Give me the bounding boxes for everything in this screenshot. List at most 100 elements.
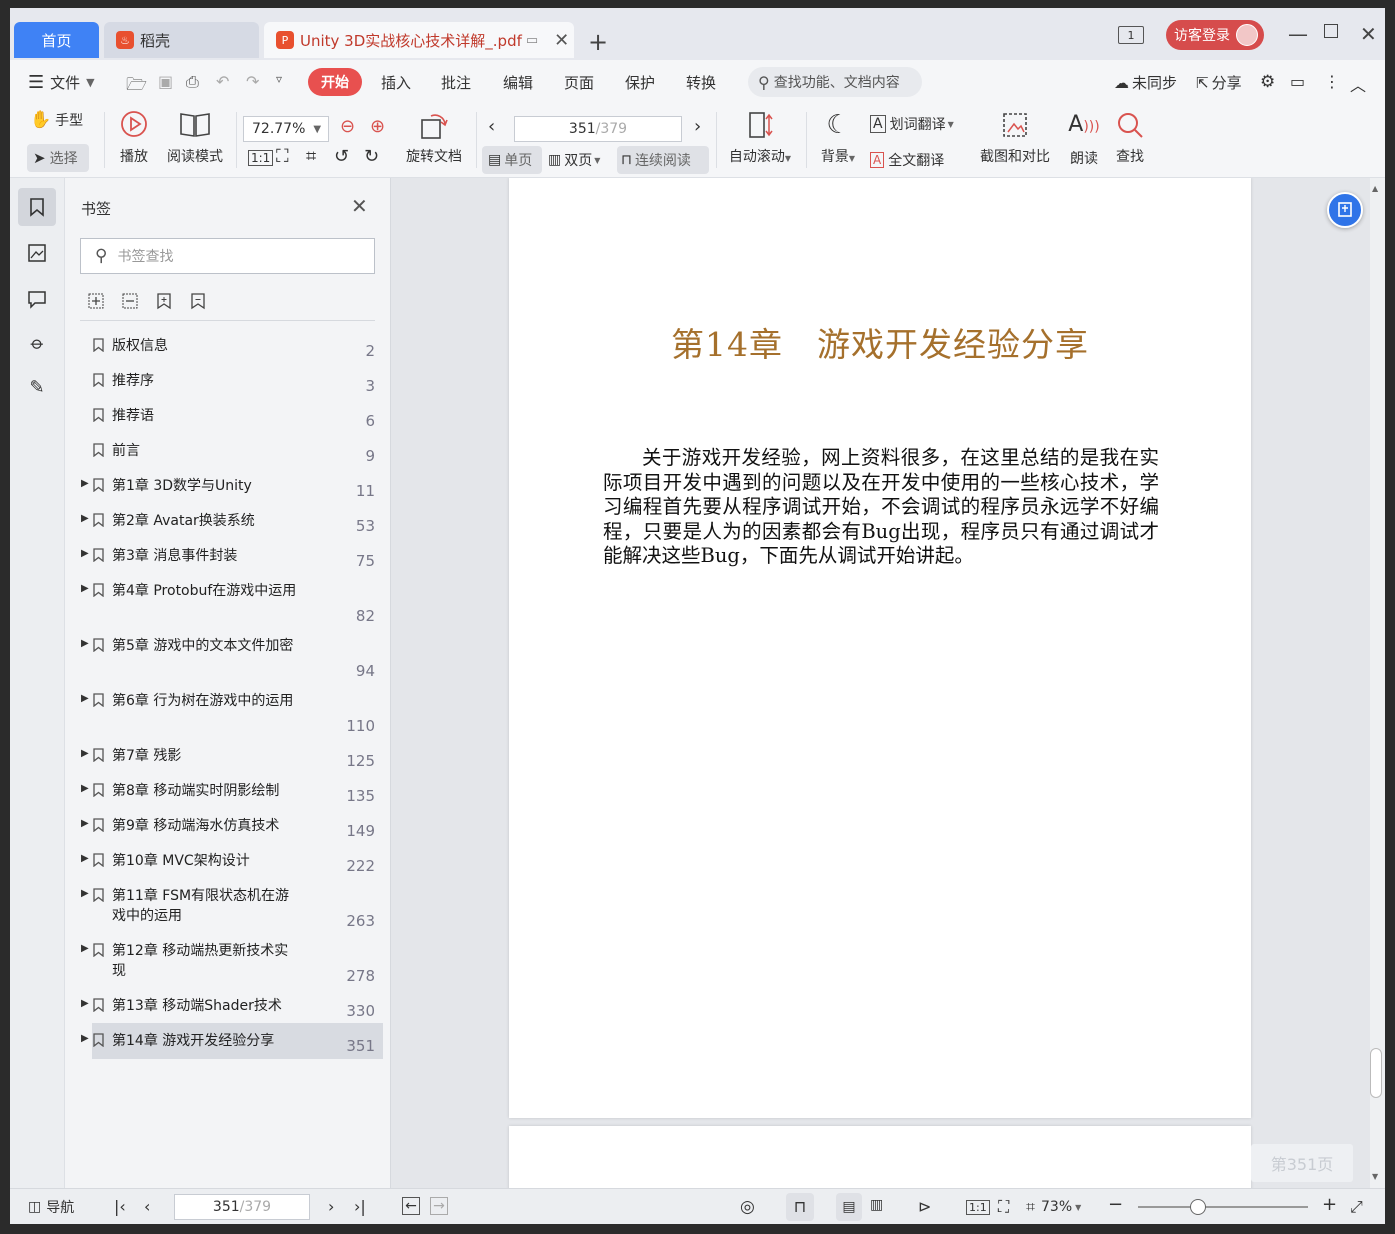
expand-arrow-icon[interactable]: ▶ <box>81 853 89 864</box>
expand-arrow-icon[interactable]: ▶ <box>81 548 89 559</box>
eye-care-icon[interactable]: ◎ <box>740 1197 755 1217</box>
tab-home[interactable]: 首页 <box>14 22 99 58</box>
maximize-icon[interactable] <box>1324 24 1338 38</box>
status-page-input[interactable]: 351/379 <box>174 1194 310 1220</box>
scroll-down-icon[interactable]: ▼ <box>1372 1172 1378 1181</box>
expand-arrow-icon[interactable]: ▶ <box>81 888 89 899</box>
expand-arrow-icon[interactable]: ▶ <box>81 478 89 489</box>
expand-arrow-icon[interactable]: ▶ <box>81 783 89 794</box>
expand-arrow-icon[interactable]: ▶ <box>81 748 89 759</box>
expand-arrow-icon[interactable]: ▶ <box>81 998 89 1009</box>
function-search-input[interactable]: ⚲ 查找功能、文档内容 <box>748 67 922 97</box>
bookmark-panel-icon[interactable] <box>18 188 56 226</box>
menu-annotate[interactable]: 批注 <box>441 72 471 93</box>
rotate-left-icon[interactable]: ↺ <box>334 146 349 167</box>
attachment-icon[interactable]: ⌀ <box>18 324 56 362</box>
read-aloud-button[interactable]: A))) 朗读 <box>1066 110 1102 168</box>
expand-arrow-icon[interactable]: ▶ <box>81 583 89 594</box>
undo-icon[interactable]: ↶ <box>216 72 229 91</box>
scrollbar-thumb[interactable] <box>1370 1048 1382 1098</box>
scroll-up-icon[interactable]: ▲ <box>1372 184 1378 193</box>
last-page-icon[interactable]: ›| <box>354 1197 366 1216</box>
tab-document[interactable]: P Unity 3D实战核心技术详解_.pdf ▭ ✕ <box>264 22 574 58</box>
file-menu[interactable]: ☰ 文件 ▼ <box>28 72 95 93</box>
actual-size-icon[interactable]: 1:1 <box>248 150 274 166</box>
comment-panel-icon[interactable] <box>18 280 56 318</box>
expand-arrow-icon[interactable]: ▶ <box>81 1033 89 1044</box>
single-page-button[interactable]: ▤ 单页 <box>482 146 542 174</box>
select-tool-button[interactable]: ➤ 选择 <box>27 144 89 172</box>
background-button[interactable]: ☾ 背景▼ <box>816 110 860 166</box>
menu-start[interactable]: 开始 <box>308 68 362 96</box>
more-quick-icon[interactable]: ▿ <box>276 72 282 86</box>
window-count-icon[interactable]: 1 <box>1118 26 1144 44</box>
expand-arrow-icon[interactable]: ▶ <box>81 693 89 704</box>
settings-icon[interactable]: ⚙ <box>1260 72 1275 92</box>
forward-icon[interactable]: → <box>430 1197 448 1215</box>
screenshot-compare-button[interactable]: 截图和对比 <box>976 110 1054 166</box>
first-page-icon[interactable]: |‹ <box>114 1197 126 1216</box>
zoom-in-icon[interactable]: ⊕ <box>370 116 385 137</box>
prev-page-icon[interactable]: ‹ <box>488 116 495 137</box>
rotate-right-icon[interactable]: ↻ <box>364 146 379 167</box>
open-icon[interactable]: 🗁 <box>126 72 147 101</box>
continuous-mode-icon[interactable]: ⊓ <box>786 1193 814 1221</box>
guest-login-button[interactable]: 访客登录 <box>1166 20 1264 50</box>
document-viewport[interactable]: 第14章 游戏开发经验分享 关于游戏开发经验，网上资料很多，在这里总结的是我在实… <box>391 178 1370 1188</box>
menu-page[interactable]: 页面 <box>564 72 594 93</box>
delete-bookmark-icon[interactable] <box>189 292 207 314</box>
zoom-select[interactable]: 72.77% ▼ <box>243 116 329 142</box>
menu-protect[interactable]: 保护 <box>625 72 655 93</box>
word-translate-button[interactable]: A 划词翻译 ▼ <box>870 114 954 134</box>
fit-page-icon[interactable]: ⛶ <box>998 1197 1009 1217</box>
play-icon[interactable]: ⊳ <box>918 1197 931 1216</box>
zoom-slider-knob[interactable] <box>1190 1199 1206 1215</box>
tab-daoke[interactable]: ♨ 稻壳 <box>104 22 259 58</box>
more-icon[interactable]: ⋮ <box>1324 72 1340 91</box>
menu-insert[interactable]: 插入 <box>381 72 411 93</box>
new-tab-button[interactable]: + <box>588 28 608 56</box>
find-button[interactable]: 查找 <box>1114 110 1146 166</box>
single-page-mode-icon[interactable]: ▤ <box>836 1193 862 1221</box>
bookmark-search-input[interactable]: ⚲ 书签查找 <box>80 238 375 274</box>
next-page-icon[interactable]: › <box>328 1197 334 1216</box>
sync-status[interactable]: ☁ 未同步 <box>1114 72 1177 93</box>
zoom-slider-track[interactable] <box>1138 1206 1308 1208</box>
print-icon[interactable]: ⎙ <box>186 72 199 92</box>
actual-size-icon[interactable]: 1:1 <box>966 1200 990 1215</box>
back-icon[interactable]: ← <box>402 1197 420 1215</box>
fullscreen-icon[interactable]: ⤢ <box>1350 1197 1363 1217</box>
play-button[interactable]: 播放 <box>116 110 152 166</box>
save-icon[interactable]: ▣ <box>158 72 173 91</box>
expand-arrow-icon[interactable]: ▶ <box>81 943 89 954</box>
close-tab-icon[interactable]: ✕ <box>554 30 569 51</box>
fit-width-icon[interactable]: ⌗ <box>306 146 316 167</box>
continuous-read-button[interactable]: ⊓ 连续阅读 <box>617 146 709 174</box>
close-window-icon[interactable]: ✕ <box>1360 22 1377 46</box>
redo-icon[interactable]: ↷ <box>246 72 259 91</box>
expand-arrow-icon[interactable]: ▶ <box>81 513 89 524</box>
full-translate-button[interactable]: A 全文翻译 <box>870 150 944 170</box>
expand-arrow-icon[interactable]: ▶ <box>81 818 89 829</box>
zoom-dropdown[interactable]: ⌗ 73% ▼ <box>1026 1197 1081 1217</box>
rotate-document-button[interactable]: 旋转文档 <box>402 110 466 166</box>
screen-icon[interactable]: ▭ <box>526 33 538 48</box>
double-page-mode-icon[interactable]: ▥ <box>870 1197 883 1213</box>
minimize-icon[interactable]: — <box>1288 22 1308 46</box>
expand-arrow-icon[interactable]: ▶ <box>81 638 89 649</box>
zoom-out-icon[interactable]: ⊖ <box>340 116 355 137</box>
next-page-icon[interactable]: › <box>694 116 701 137</box>
zoom-in-button[interactable]: + <box>1322 1194 1337 1215</box>
fit-page-icon[interactable]: ⛶ <box>276 146 289 167</box>
floating-tool-button[interactable] <box>1327 192 1363 228</box>
add-bookmark-icon[interactable] <box>155 292 173 314</box>
collapse-all-icon[interactable] <box>121 292 139 314</box>
vertical-scrollbar[interactable]: ▲ ▼ <box>1370 178 1385 1188</box>
collapse-ribbon-icon[interactable]: ︿ <box>1350 72 1366 96</box>
thumbnail-panel-icon[interactable] <box>18 234 56 272</box>
prev-page-icon[interactable]: ‹ <box>144 1197 150 1216</box>
zoom-out-button[interactable]: − <box>1108 1194 1123 1215</box>
read-mode-button[interactable]: 阅读模式 <box>162 110 228 166</box>
signature-icon[interactable]: ✎ <box>18 368 56 406</box>
share-button[interactable]: ⇱ 分享 <box>1196 72 1242 93</box>
